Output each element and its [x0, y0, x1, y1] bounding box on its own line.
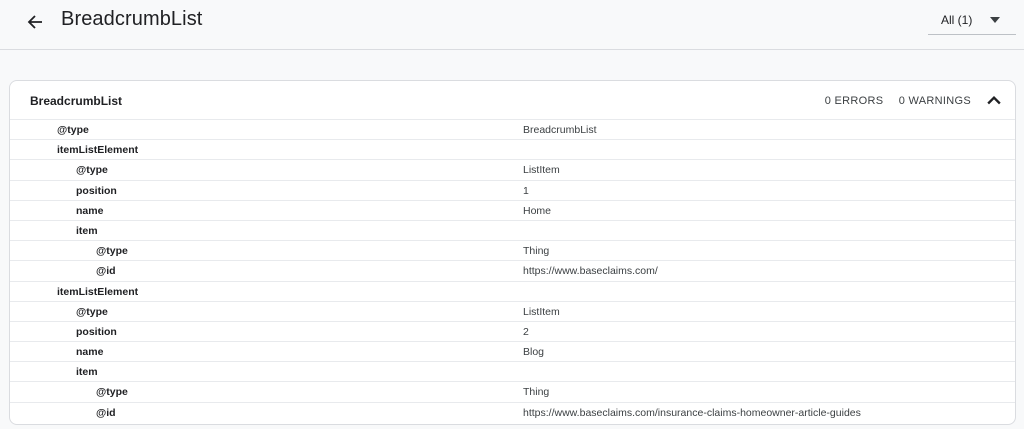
- property-value: https://www.baseclaims.com/: [523, 265, 658, 278]
- page-title: BreadcrumbList: [61, 8, 203, 30]
- filter-dropdown[interactable]: All (1): [928, 6, 1016, 35]
- property-row: item: [10, 362, 1015, 383]
- property-row: @id https://www.baseclaims.com/insurance-…: [10, 403, 1015, 423]
- property-value: 2: [523, 325, 529, 338]
- top-bar: BreadcrumbList All (1): [0, 0, 1024, 50]
- property-row: name Home: [10, 201, 1015, 221]
- property-row: @type BreadcrumbList: [10, 120, 1015, 141]
- card-header[interactable]: BreadcrumbList 0 ERRORS 0 WARNINGS: [10, 81, 1015, 120]
- property-key: @type: [57, 124, 89, 136]
- property-row: @type Thing: [10, 241, 1015, 262]
- property-key: @type: [76, 305, 108, 318]
- property-value: Home: [523, 204, 552, 217]
- property-key: itemListElement: [57, 285, 139, 298]
- property-key: name: [76, 204, 104, 217]
- property-key: position: [76, 325, 117, 338]
- property-row: itemListElement: [10, 140, 1015, 161]
- property-value: Blog: [523, 346, 545, 359]
- property-value: BreadcrumbList: [523, 124, 597, 136]
- property-row: position 1: [10, 181, 1015, 201]
- card-title: BreadcrumbList: [30, 94, 123, 108]
- property-key: @id: [96, 265, 116, 278]
- property-row: @type ListItem: [10, 160, 1015, 181]
- property-row: position 2: [10, 322, 1015, 343]
- property-value: Thing: [523, 245, 550, 258]
- property-key: name: [76, 346, 104, 359]
- property-row: @type ListItem: [10, 302, 1015, 322]
- property-value: 1: [523, 184, 529, 197]
- issue-counts: 0 ERRORS 0 WARNINGS: [825, 95, 971, 107]
- property-key: @type: [76, 164, 108, 177]
- caret-down-icon: [990, 17, 1000, 23]
- property-value: https://www.baseclaims.com/insurance-cla…: [523, 406, 861, 419]
- property-table: @type BreadcrumbList itemListElement @type L…: [10, 120, 1015, 423]
- property-row: @id https://www.baseclaims.com/: [10, 261, 1015, 282]
- arrow-back-icon: [27, 15, 42, 29]
- property-key: item: [76, 224, 98, 237]
- errors-count: 0 ERRORS: [824, 95, 884, 107]
- property-key: @type: [96, 245, 128, 258]
- property-key: item: [76, 366, 98, 379]
- filter-selected-value: All (1): [941, 13, 973, 27]
- property-row: name Blog: [10, 342, 1015, 363]
- property-key: @id: [96, 406, 116, 419]
- property-row: itemListElement: [10, 282, 1015, 302]
- property-key: itemListElement: [57, 144, 139, 157]
- property-key: position: [76, 184, 117, 197]
- chevron-up-icon[interactable]: [987, 94, 1001, 106]
- property-value: ListItem: [523, 164, 560, 177]
- property-row: @type Thing: [10, 382, 1015, 403]
- property-key: @type: [96, 386, 128, 399]
- property-row: item: [10, 221, 1015, 242]
- property-value: Thing: [523, 386, 550, 399]
- warnings-count: 0 WARNINGS: [898, 95, 971, 107]
- property-value: ListItem: [523, 305, 560, 318]
- result-card: BreadcrumbList 0 ERRORS 0 WARNINGS @type…: [9, 80, 1016, 425]
- back-button[interactable]: [20, 7, 50, 37]
